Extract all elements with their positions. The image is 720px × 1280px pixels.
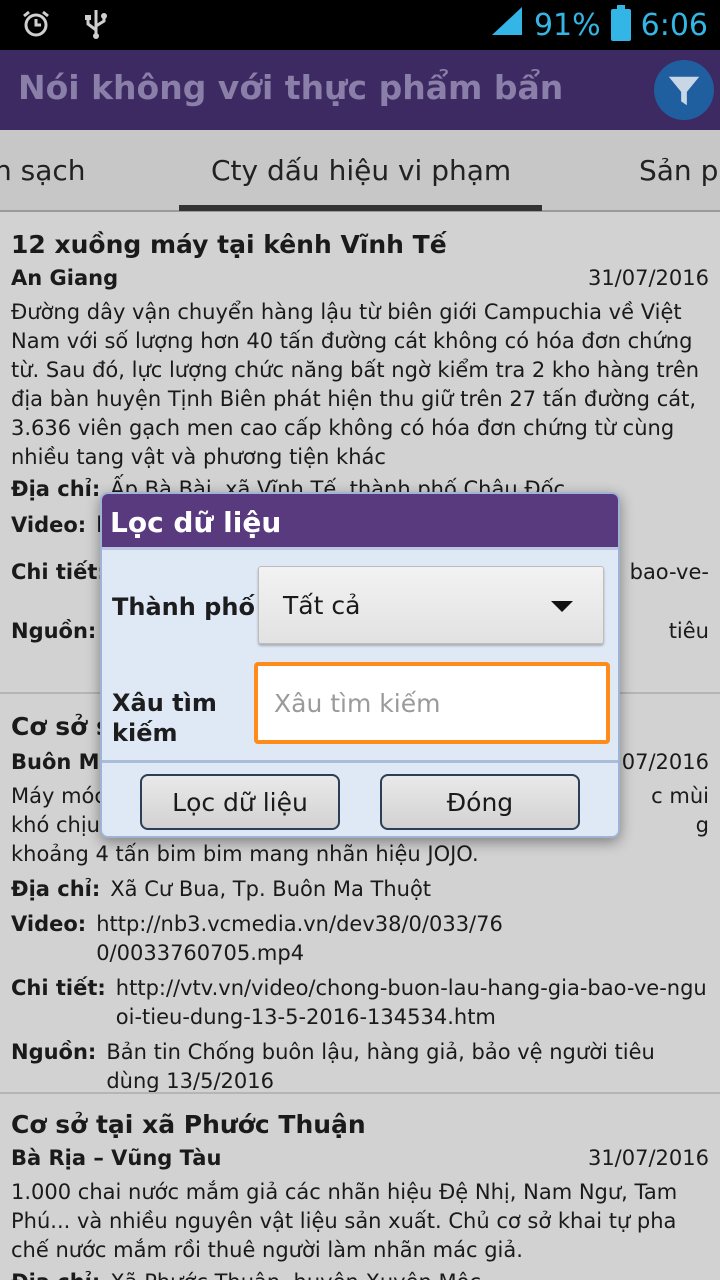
address-label: Địa chỉ: — [11, 477, 101, 501]
search-input[interactable] — [254, 662, 610, 744]
item-title: 12 xuồng máy tại kênh Vĩnh Tế — [11, 230, 447, 259]
search-label-line1: Xâu tìm — [112, 689, 217, 717]
status-bar-left — [20, 8, 112, 40]
tab-violation-companies[interactable]: Cty dấu hiệu vi phạm — [211, 154, 511, 187]
detail-label: Chi tiết: — [11, 976, 106, 1000]
address-label: Địa chỉ: — [11, 877, 101, 901]
item-location: Buôn Ma — [11, 750, 114, 774]
item-title: Cơ sở tại xã Phước Thuận — [11, 1110, 366, 1139]
detail-value[interactable]: bao-ve- — [630, 558, 709, 587]
video-value[interactable]: http://nb3.vcmedia.vn/dev38/0/033/760/00… — [96, 910, 516, 968]
dialog-header: Lọc dữ liệu — [102, 494, 618, 550]
battery-charging-icon — [610, 5, 631, 41]
tab-indicator — [179, 205, 542, 211]
apply-filter-button[interactable]: Lọc dữ liệu — [140, 774, 340, 830]
tab-bar: n sạch Cty dấu hiệu vi phạm Sản p — [0, 130, 720, 212]
app-title: Nói không với thực phẩm bẩn — [18, 68, 564, 107]
city-select[interactable]: Tất cả — [258, 566, 604, 644]
item-location: Bà Rịa – Vũng Tàu — [11, 1146, 222, 1170]
list-item[interactable]: Cơ sở tại xã Phước Thuận Bà Rịa – Vũng T… — [0, 1104, 720, 1280]
item-detail: Chi tiết: http://vtv.vn/video/chong-buon… — [11, 974, 709, 1032]
desc-line: Máy móc — [11, 784, 106, 808]
item-meta: An Giang 31/07/2016 — [11, 266, 709, 294]
action-bar: Nói không với thực phẩm bẩn — [0, 50, 720, 130]
battery-percent: 91% — [533, 7, 601, 43]
detail-label: Chi tiết: — [11, 560, 106, 584]
video-label: Video: — [11, 513, 87, 537]
status-bar: 91% 6:06 — [0, 0, 720, 50]
tab-products[interactable]: Sản p — [639, 154, 718, 187]
dialog-title: Lọc dữ liệu — [110, 506, 282, 539]
video-label: Video: — [11, 912, 87, 936]
item-date: 31/07/2016 — [587, 1146, 709, 1170]
item-source: Nguồn: Bản tin Chống buôn lậu, hàng giả,… — [11, 1038, 709, 1096]
desc-line: c mùi — [651, 784, 709, 808]
alarm-icon — [20, 8, 52, 40]
chevron-down-icon — [551, 601, 573, 612]
city-label: Thành phố — [112, 593, 255, 621]
clock: 6:06 — [640, 7, 708, 43]
divider — [0, 1092, 720, 1094]
item-date: 31/07/2016 — [587, 266, 709, 290]
filter-icon — [668, 76, 700, 106]
item-location: An Giang — [11, 266, 119, 290]
status-bar-right: 91% 6:06 — [490, 5, 708, 45]
search-label-line2: kiếm — [112, 719, 178, 747]
city-select-value: Tất cả — [283, 591, 361, 620]
item-date: 07/2016 — [621, 750, 709, 774]
address-label: Địa chỉ: — [11, 1268, 100, 1280]
usb-icon — [80, 8, 112, 40]
item-address: Địa chỉ: Xã Phước Thuận, huyện Xuyên Mộc — [11, 1268, 709, 1280]
source-label: Nguồn: — [11, 1040, 97, 1064]
address-value: Xã Phước Thuận, huyện Xuyên Mộc — [110, 1268, 481, 1280]
signal-icon — [490, 5, 524, 45]
desc-line: khoảng 4 tấn bim bim mang nhãn hiệu JOJO… — [11, 842, 479, 866]
item-video: Video: http://nb3.vcmedia.vn/dev38/0/033… — [11, 910, 709, 968]
source-label: Nguồn: — [11, 619, 97, 643]
dialog-separator — [102, 760, 618, 763]
item-address: Địa chỉ: Xã Cư Bua, Tp. Buôn Ma Thuột — [11, 875, 709, 904]
filter-button[interactable] — [654, 60, 714, 120]
item-meta: Bà Rịa – Vũng Tàu 31/07/2016 — [11, 1146, 709, 1174]
source-value: tiêu — [668, 619, 709, 643]
close-button[interactable]: Đóng — [380, 774, 580, 830]
tab-clean-food[interactable]: n sạch — [0, 154, 86, 187]
desc-line: khó chịu — [11, 813, 100, 837]
address-value: Xã Cư Bua, Tp. Buôn Ma Thuột — [110, 877, 432, 901]
item-description: Đường dây vận chuyển hàng lậu từ biên gi… — [11, 300, 700, 469]
detail-value[interactable]: http://vtv.vn/video/chong-buon-lau-hang-… — [116, 974, 709, 1032]
item-description: 1.000 chai nước mắm giả các nhãn hiệu Đệ… — [11, 1180, 678, 1262]
desc-line: g — [695, 813, 709, 837]
filter-dialog: Lọc dữ liệu Thành phố Tất cả Xâu tìm kiế… — [100, 492, 620, 838]
source-value: Bản tin Chống buôn lậu, hàng giả, bảo vệ… — [106, 1040, 655, 1093]
